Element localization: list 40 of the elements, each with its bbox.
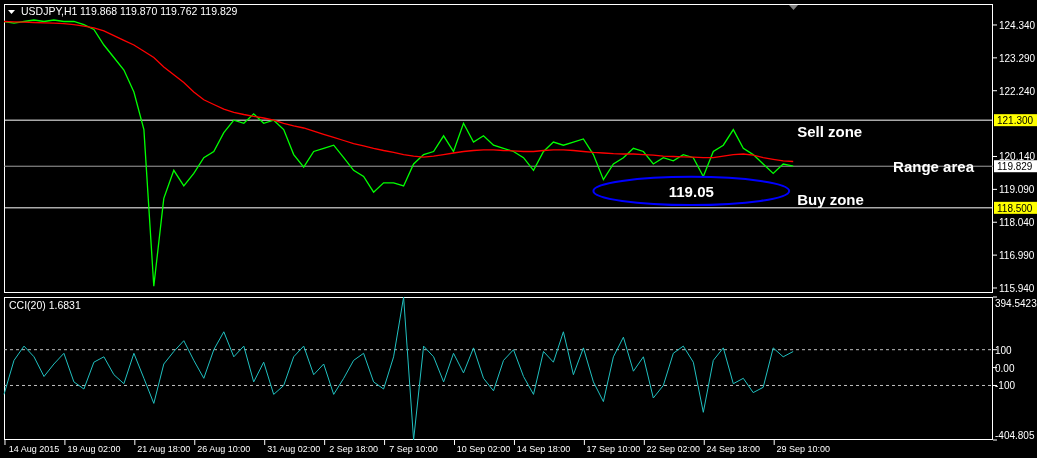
axis-label: 119.090	[999, 184, 1035, 196]
axis-label: 21 Aug 18:00	[137, 444, 191, 454]
axis-label: 17 Sep 10:00	[586, 444, 641, 454]
axis-label: 124.340	[999, 20, 1036, 31]
axis-label: 26 Aug 10:00	[197, 444, 251, 454]
price-tag: 118.500	[994, 201, 1037, 214]
price-tag: 121.300	[994, 114, 1037, 127]
axis-label: 7 Sep 10:00	[389, 444, 438, 454]
axis-label: 19 Aug 02:00	[67, 444, 121, 454]
axis-label: 31 Aug 02:00	[267, 444, 321, 454]
axis-label: 120.140	[999, 151, 1036, 163]
axis-label: 14 Sep 18:00	[516, 444, 571, 454]
axis-label: 118.040	[999, 217, 1035, 229]
axis-label: 24 Sep 18:00	[706, 444, 761, 454]
price-tag: 119.829	[994, 160, 1037, 173]
axis-label: 100	[995, 344, 1012, 356]
axis-label: -100	[995, 380, 1015, 392]
axis-label: 115.940	[999, 283, 1035, 294]
symbol-label: USDJPY,H1	[21, 5, 78, 17]
indicator-title: CCI(20) 1.6831	[9, 299, 81, 311]
annotation-text: 119.05	[668, 182, 714, 200]
annotation-text: Buy zone	[797, 191, 864, 209]
annotation-text: Range area	[893, 158, 974, 176]
ref-line-label: 119.829	[997, 161, 1033, 173]
axis-label: 122.240	[999, 85, 1036, 97]
axis-label: 29 Sep 10:00	[776, 444, 830, 454]
axis-label: 10 Sep 02:00	[456, 444, 511, 454]
ref-line-label: 118.500	[997, 202, 1033, 214]
annotation-text: Sell zone	[797, 123, 863, 141]
quote-values: 119.868 119.870 119.762 119.829	[80, 5, 238, 17]
axis-label: 22 Sep 02:00	[646, 444, 701, 454]
collapse-icon[interactable]	[8, 10, 15, 14]
axis-label: 123.290	[999, 52, 1036, 64]
axis-label: 2 Sep 18:00	[329, 444, 378, 454]
axis-label: 14 Aug 2015	[8, 444, 60, 454]
axis-label: 116.990	[999, 250, 1035, 262]
axis-label: 0.00	[995, 362, 1015, 374]
shift-marker-icon[interactable]	[789, 5, 798, 10]
axis-label: -404.805	[995, 430, 1035, 441]
axis-label: 394.5423	[995, 298, 1037, 309]
